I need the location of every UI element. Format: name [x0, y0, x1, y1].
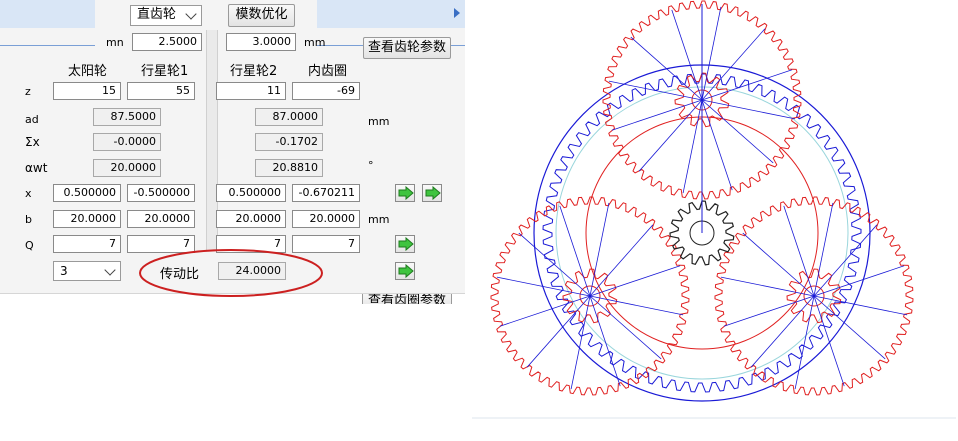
row-label-z: z [25, 85, 31, 98]
green-arrow-right-icon [398, 264, 414, 278]
planet-spoke [813, 295, 908, 316]
x-sun[interactable]: 0.500000 [53, 184, 121, 202]
col-header-ring: 内齿圈 [308, 64, 348, 79]
module-input-1[interactable]: 2.5000 [132, 33, 202, 51]
planet-spoke [682, 99, 703, 194]
ad-value-1: 87.5000 [93, 108, 161, 126]
view-gear-params-button[interactable]: 查看齿轮参数 [363, 37, 451, 59]
planet-spoke [701, 99, 796, 120]
green-arrow-right-icon [398, 186, 414, 200]
gear-train-drawing [472, 0, 956, 419]
x-ring[interactable]: -0.670211 [292, 184, 360, 202]
b-sun[interactable]: 20.0000 [53, 210, 121, 228]
apply-ratio-button[interactable] [395, 262, 415, 280]
x-planet2[interactable]: 0.500000 [216, 184, 286, 202]
chevron-right-icon[interactable] [454, 8, 460, 18]
q-sun[interactable]: 7 [53, 235, 121, 253]
alpha-wt-value-1: 20.0000 [93, 159, 161, 177]
row-label-x: x [25, 187, 32, 200]
z-ring[interactable]: -69 [292, 82, 360, 100]
ad-unit: mm [368, 115, 390, 128]
row-label-ad: ad [25, 113, 39, 126]
alpha-wt-value-2: 20.8810 [255, 159, 323, 177]
row-label-alpha-wt: αwt [25, 161, 48, 175]
col-header-sun: 太阳轮 [68, 64, 108, 79]
gear-outlines [490, 0, 914, 402]
sigma-x-value-2: -0.1702 [255, 133, 323, 151]
chevron-down-icon [104, 264, 116, 276]
planet-spoke [589, 202, 610, 297]
planet-spoke [589, 295, 684, 316]
optimize-module-button[interactable]: 模数优化 [228, 4, 295, 27]
alpha-wt-unit: ° [368, 159, 374, 172]
planet-spoke [720, 276, 815, 297]
module-unit: mm [304, 36, 326, 49]
green-arrow-right-icon [398, 237, 414, 251]
row-label-b: b [25, 213, 32, 226]
module-label: mn [106, 36, 124, 49]
z-sun[interactable]: 15 [53, 82, 121, 100]
chevron-down-icon [185, 8, 197, 20]
x-planet1[interactable]: -0.500000 [127, 184, 195, 202]
row-label-q: Q [25, 239, 34, 252]
b-ring[interactable]: 20.0000 [292, 210, 360, 228]
apply-q-button[interactable] [395, 235, 415, 253]
ad-value-2: 87.0000 [255, 108, 323, 126]
apply-x-button-2[interactable] [422, 184, 442, 202]
view-ring-params-button-clip: 查看齿圈参数 [362, 294, 452, 304]
divider [0, 45, 95, 46]
green-arrow-right-icon [425, 186, 441, 200]
row-label-sigma-x: Σx [25, 135, 40, 149]
z-planet2[interactable]: 11 [216, 82, 286, 100]
gear-type-select[interactable]: 直齿轮 [130, 5, 202, 26]
gear-type-value: 直齿轮 [137, 7, 177, 22]
col-header-planet1: 行星轮1 [141, 64, 189, 79]
apply-x-button[interactable] [395, 184, 415, 202]
view-ring-params-button[interactable]: 查看齿圈参数 [362, 294, 452, 304]
col-header-planet2: 行星轮2 [230, 64, 278, 79]
sigma-x-value-1: -0.0000 [93, 133, 161, 151]
b-planet2[interactable]: 20.0000 [216, 210, 286, 228]
planet-spoke [608, 80, 703, 101]
planet-spoke [496, 276, 591, 297]
planet-count-select[interactable]: 3 [53, 261, 121, 281]
b-planet1[interactable]: 20.0000 [127, 210, 195, 228]
planet-count-value: 3 [60, 264, 68, 278]
b-unit: mm [368, 213, 390, 226]
module-input-2[interactable]: 3.0000 [226, 33, 296, 51]
z-planet1[interactable]: 55 [127, 82, 195, 100]
highlight-ellipse [139, 249, 323, 297]
planet-spoke [701, 6, 722, 101]
